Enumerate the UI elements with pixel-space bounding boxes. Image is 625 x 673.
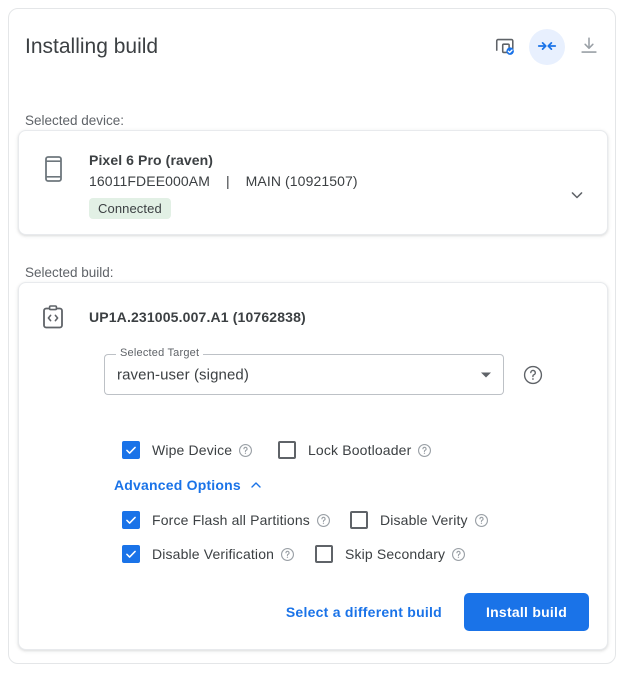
install-build-button[interactable]: Install build	[464, 593, 589, 631]
checkbox-indicator-checked	[122, 511, 140, 529]
chevron-down-icon	[567, 185, 587, 208]
target-help-icon[interactable]	[522, 364, 544, 386]
advanced-options-row-1: Force Flash all Partitions Disable Verit…	[122, 511, 489, 529]
checkbox-disable-verification[interactable]: Disable Verification	[122, 545, 315, 563]
checkbox-lock-bootloader[interactable]: Lock Bootloader	[278, 441, 432, 459]
advanced-options-label: Advanced Options	[114, 477, 241, 493]
selected-device-label: Selected device:	[17, 113, 124, 128]
device-expand-button[interactable]	[563, 183, 591, 211]
build-code-icon	[41, 305, 65, 329]
checkbox-label: Wipe Device	[152, 442, 232, 458]
selected-target-select[interactable]: Selected Target raven-user (signed)	[104, 354, 504, 395]
help-circle-icon[interactable]	[474, 513, 489, 528]
help-circle-icon[interactable]	[316, 513, 331, 528]
checkbox-skip-secondary[interactable]: Skip Secondary	[315, 545, 466, 563]
header-action-group	[487, 29, 607, 65]
build-header: UP1A.231005.007.A1 (10762838)	[41, 305, 306, 329]
help-circle-icon[interactable]	[417, 443, 432, 458]
chevron-down-icon	[481, 372, 491, 377]
select-different-build-button[interactable]: Select a different build	[274, 594, 454, 630]
checkbox-indicator-unchecked	[278, 441, 296, 459]
checkbox-indicator-unchecked	[350, 511, 368, 529]
selected-device-card[interactable]: Pixel 6 Pro (raven) 16011FDEE000AM | MAI…	[18, 130, 608, 235]
selected-build-label: Selected build:	[17, 265, 114, 280]
target-select-row: Selected Target raven-user (signed)	[104, 354, 544, 395]
selected-target-floating-label: Selected Target	[120, 347, 199, 359]
checkbox-label: Disable Verity	[380, 512, 468, 528]
build-card-actions: Select a different build Install build	[274, 593, 589, 631]
checkbox-label: Disable Verification	[152, 546, 274, 562]
checkbox-indicator-checked	[122, 545, 140, 563]
chevron-up-icon	[248, 477, 264, 493]
advanced-options-row-2: Disable Verification Skip Secondary	[122, 545, 466, 563]
build-id: UP1A.231005.007.A1 (10762838)	[65, 309, 306, 325]
device-connected-icon-button[interactable]	[487, 29, 523, 65]
download-icon-button[interactable]	[571, 29, 607, 65]
checkbox-disable-verity[interactable]: Disable Verity	[350, 511, 489, 529]
status-badge: Connected	[89, 198, 171, 219]
checkbox-indicator-unchecked	[315, 545, 333, 563]
page-title: Installing build	[17, 35, 487, 59]
panel-header: Installing build	[9, 9, 616, 85]
device-connected-icon	[494, 35, 516, 60]
download-icon	[578, 35, 600, 60]
checkbox-wipe-device[interactable]: Wipe Device	[122, 441, 278, 459]
flash-compress-icon	[536, 35, 558, 60]
device-info: Pixel 6 Pro (raven) 16011FDEE000AM | MAI…	[65, 151, 563, 219]
device-name: Pixel 6 Pro (raven)	[89, 151, 563, 170]
help-circle-icon[interactable]	[280, 547, 295, 562]
device-meta: 16011FDEE000AM | MAIN (10921507)	[89, 170, 563, 192]
device-row: Pixel 6 Pro (raven) 16011FDEE000AM | MAI…	[19, 131, 607, 234]
checkbox-force-flash-all-partitions[interactable]: Force Flash all Partitions	[122, 511, 350, 529]
smartphone-icon	[41, 156, 65, 182]
selected-build-card: UP1A.231005.007.A1 (10762838) Selected T…	[18, 282, 608, 650]
flash-compress-icon-button[interactable]	[529, 29, 565, 65]
checkbox-label: Force Flash all Partitions	[152, 512, 310, 528]
primary-options-row: Wipe Device Lock Bootloader	[122, 441, 432, 459]
checkbox-label: Skip Secondary	[345, 546, 445, 562]
checkbox-indicator-checked	[122, 441, 140, 459]
checkbox-label: Lock Bootloader	[308, 442, 411, 458]
help-circle-icon[interactable]	[451, 547, 466, 562]
selected-target-value: raven-user (signed)	[117, 366, 249, 383]
advanced-options-toggle[interactable]: Advanced Options	[114, 477, 264, 493]
installing-build-panel: Installing build	[8, 8, 616, 664]
advanced-options-toggle-row: Advanced Options	[114, 477, 264, 493]
help-circle-icon[interactable]	[238, 443, 253, 458]
